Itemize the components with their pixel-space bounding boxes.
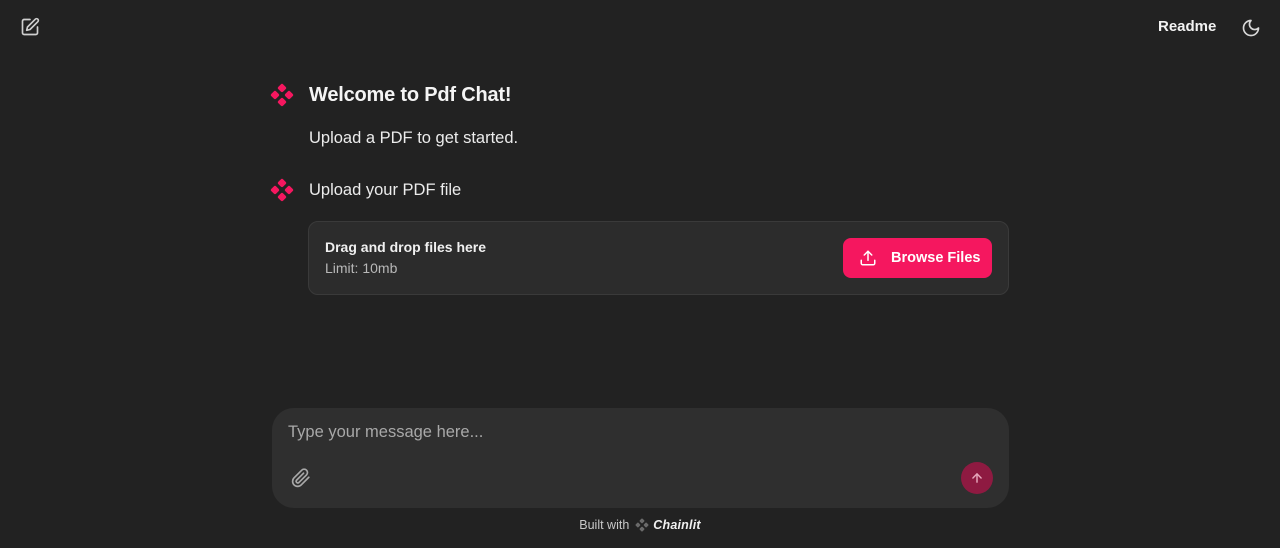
file-upload-dropzone[interactable]: Drag and drop files here Limit: 10mb Bro… [308, 221, 1009, 295]
moon-icon [1242, 19, 1260, 37]
readme-button[interactable]: Readme [1152, 16, 1222, 38]
top-bar: Readme [0, 0, 1280, 56]
welcome-body: Upload a PDF to get started. [309, 129, 519, 147]
message-input[interactable] [288, 420, 928, 444]
send-button[interactable] [961, 462, 993, 494]
edit-square-icon [21, 17, 40, 36]
chainlit-footer-logo-icon [635, 518, 649, 532]
built-with-text: Built with [579, 518, 630, 532]
upload-icon [859, 249, 877, 267]
paperclip-icon [291, 468, 310, 488]
browse-files-button[interactable]: Browse Files [843, 238, 992, 278]
chainlit-logo-icon [270, 83, 294, 107]
chainlit-logo-icon [270, 178, 294, 202]
chainlit-brand-link[interactable]: Chainlit [653, 518, 700, 532]
upload-prompt-text: Upload your PDF file [309, 181, 462, 199]
welcome-title: Welcome to Pdf Chat! [309, 84, 512, 106]
dropzone-limit: Limit: 10mb [325, 260, 398, 276]
footer: Built with Chainlit [0, 516, 1280, 534]
new-chat-button[interactable] [18, 15, 42, 39]
dropzone-title: Drag and drop files here [325, 239, 487, 255]
message-composer [272, 408, 1009, 508]
arrow-up-icon [972, 473, 982, 483]
browse-files-label: Browse Files [891, 250, 981, 266]
theme-toggle-button[interactable] [1239, 16, 1263, 40]
attach-file-button[interactable] [290, 467, 312, 489]
